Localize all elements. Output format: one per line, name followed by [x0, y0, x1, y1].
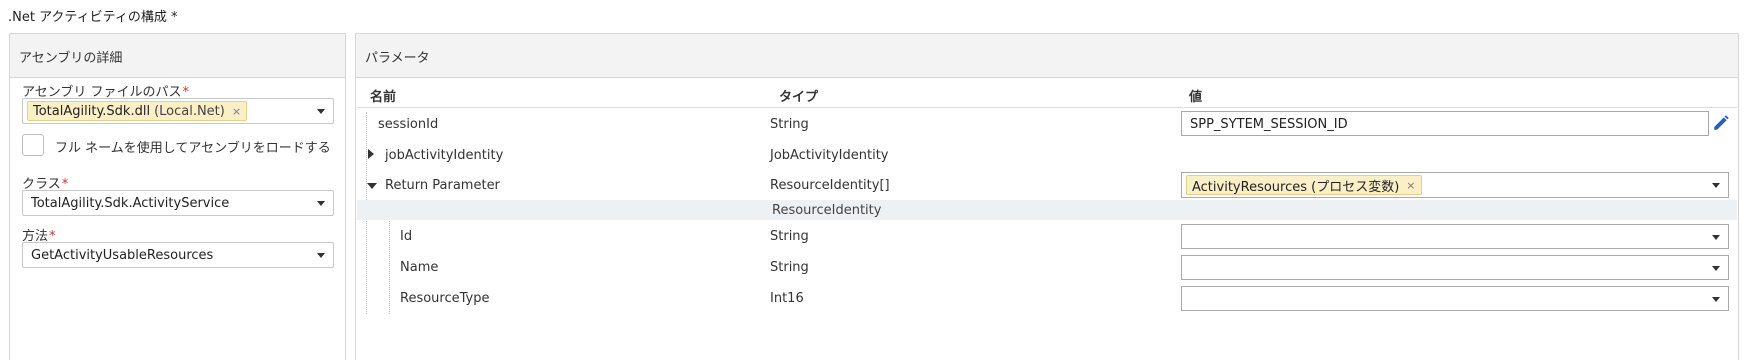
- chevron-down-icon[interactable]: [317, 109, 325, 114]
- assembly-file-tag-value: TotalAgility.Sdk.dll: [33, 103, 151, 119]
- param-type-jobActivityIdentity: JobActivityIdentity: [770, 148, 889, 163]
- assembly-details-header: アセンブリの詳細: [10, 34, 345, 78]
- return-value-tag-text: ActivityResources (プロセス変数): [1192, 179, 1400, 195]
- chevron-down-icon[interactable]: [1712, 266, 1720, 271]
- chevron-down-icon[interactable]: [317, 253, 325, 258]
- param-value-sessionId-text: SPP_SYTEM_SESSION_ID: [1190, 117, 1348, 132]
- page-title: .Net アクティビティの構成 *: [8, 6, 178, 25]
- chevron-down-icon[interactable]: [1712, 297, 1720, 302]
- return-value-tag: ActivityResources (プロセス変数) ×: [1186, 175, 1422, 195]
- sub-param-name-resourcetype: ResourceType: [400, 291, 490, 306]
- caret-down-icon[interactable]: [367, 183, 377, 189]
- chevron-down-icon[interactable]: [1712, 235, 1720, 240]
- param-name-return-parameter: Return Parameter: [385, 178, 500, 193]
- sub-param-name-id: Id: [400, 229, 413, 244]
- method-select[interactable]: GetActivityUsableResources: [22, 242, 334, 268]
- column-header-value: 値: [1189, 90, 1203, 105]
- param-name-jobActivityIdentity: jobActivityIdentity: [385, 148, 504, 163]
- use-full-name-checkbox[interactable]: [22, 134, 44, 156]
- sub-header-resourceidentity: ResourceIdentity: [772, 203, 882, 218]
- remove-tag-icon[interactable]: ×: [1406, 179, 1415, 192]
- sub-param-value-resourcetype-select[interactable]: [1181, 286, 1729, 311]
- method-select-value: GetActivityUsableResources: [31, 248, 214, 263]
- sub-param-type-resourcetype: Int16: [770, 291, 804, 306]
- assembly-file-tag: TotalAgility.Sdk.dll (Local.Net) ×: [27, 101, 248, 121]
- remove-tag-icon[interactable]: ×: [232, 105, 241, 118]
- return-parameter-value-select[interactable]: ActivityResources (プロセス変数) ×: [1181, 172, 1729, 198]
- nested-tree-guide: [389, 221, 390, 314]
- sub-param-type-id: String: [770, 229, 809, 244]
- sub-param-value-name-select[interactable]: [1181, 255, 1729, 280]
- header-divider: [357, 107, 1737, 108]
- param-value-sessionId-input[interactable]: SPP_SYTEM_SESSION_ID: [1181, 111, 1709, 136]
- chevron-down-icon[interactable]: [1712, 183, 1720, 188]
- parameters-header: パラメータ: [356, 34, 1738, 78]
- pencil-icon[interactable]: [1712, 114, 1730, 132]
- column-header-type: タイプ: [779, 90, 819, 105]
- sub-header-band: [357, 200, 1737, 220]
- class-select[interactable]: TotalAgility.Sdk.ActivityService: [22, 190, 334, 216]
- chevron-down-icon[interactable]: [317, 201, 325, 206]
- use-full-name-label: フル ネームを使用してアセンブリをロードする: [55, 141, 331, 156]
- assembly-file-tag-suffix: (Local.Net): [154, 103, 225, 119]
- param-type-return-parameter: ResourceIdentity[]: [770, 178, 890, 193]
- sub-param-value-id-select[interactable]: [1181, 224, 1729, 249]
- param-type-sessionId: String: [770, 117, 809, 132]
- column-header-name: 名前: [370, 90, 397, 105]
- required-mark: *: [171, 10, 178, 25]
- assembly-details-panel: アセンブリの詳細 アセンブリ ファイルのパス* TotalAgility.Sdk…: [9, 33, 346, 360]
- assembly-file-path-select[interactable]: TotalAgility.Sdk.dll (Local.Net) ×: [22, 98, 334, 124]
- param-name-sessionId: sessionId: [378, 117, 439, 132]
- page-title-text: .Net アクティビティの構成: [8, 10, 167, 25]
- caret-right-icon[interactable]: [368, 149, 374, 159]
- class-select-value: TotalAgility.Sdk.ActivityService: [31, 196, 230, 211]
- sub-param-type-name: String: [770, 260, 809, 275]
- sub-param-name-name: Name: [400, 260, 439, 275]
